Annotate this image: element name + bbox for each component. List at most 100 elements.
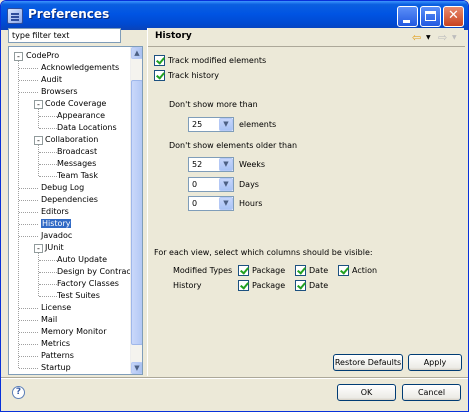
tree-connector: [19, 344, 38, 345]
tree-item[interactable]: Javadoc: [41, 230, 72, 242]
tree-item-label: Collaboration: [45, 135, 99, 144]
tree-item[interactable]: Browsers: [41, 86, 78, 98]
title-bar[interactable]: Preferences ✕: [1, 1, 468, 30]
cancel-button[interactable]: Cancel: [402, 384, 461, 401]
tree-item[interactable]: Metrics: [41, 338, 70, 350]
ok-button[interactable]: OK: [337, 384, 396, 401]
tree-item[interactable]: Debug Log: [41, 182, 84, 194]
tree-guide-line: [38, 144, 39, 176]
tree-item[interactable]: Startup: [41, 362, 71, 374]
tree-connector: [39, 296, 57, 297]
tree-item-label: Auto Update: [57, 255, 108, 264]
filter-input[interactable]: [8, 28, 121, 43]
tree-connector: [19, 236, 38, 237]
tree-item-label: JUnit: [45, 243, 64, 252]
dont-show-more-label: Don't show more than: [169, 100, 258, 109]
tree-scrollbar[interactable]: ▲ ▼: [130, 47, 142, 374]
tree-item-label: Appearance: [57, 111, 106, 120]
maximize-button[interactable]: [420, 6, 441, 27]
elements-combo[interactable]: 25 ▼: [188, 117, 234, 132]
scroll-down-button[interactable]: ▼: [131, 362, 142, 374]
chevron-down-icon[interactable]: ▼: [219, 178, 233, 191]
apply-button[interactable]: Apply: [408, 354, 462, 371]
history-row-label: History: [173, 281, 202, 290]
tree-connector: [19, 80, 38, 81]
preferences-tree[interactable]: - CodePro Acknowledgements Audit Browsers - Co…: [8, 46, 143, 375]
track-history-checkbox[interactable]: [154, 70, 165, 81]
tree-item-label: Audit: [41, 75, 62, 84]
scroll-up-button[interactable]: ▲: [131, 47, 142, 59]
tree-item[interactable]: Acknowledgements: [41, 62, 119, 74]
tree-item[interactable]: Mail: [41, 314, 57, 326]
tree-connector: [39, 152, 57, 153]
hours-value: 0: [192, 199, 198, 208]
close-button[interactable]: ✕: [443, 6, 464, 27]
tree-item[interactable]: JUnit: [45, 242, 64, 254]
tree-item[interactable]: Auto Update: [57, 254, 107, 266]
tree-item[interactable]: Audit: [41, 74, 62, 86]
tree-connector: [19, 212, 38, 213]
modified-types-date-checkbox[interactable]: [295, 265, 306, 276]
tree-collapse-icon[interactable]: -: [34, 136, 43, 145]
tree-item[interactable]: Code Coverage: [45, 98, 106, 110]
tree-item-label: Mail: [41, 315, 58, 324]
hours-combo[interactable]: 0 ▼: [188, 196, 234, 211]
preferences-app-icon: [7, 8, 23, 24]
tree-collapse-icon[interactable]: -: [34, 244, 43, 253]
tree-item-label: Broadcast: [57, 147, 98, 156]
back-dropdown-icon[interactable]: ▼: [426, 34, 431, 41]
tree-item[interactable]: History: [41, 218, 72, 230]
tree-connector: [19, 368, 38, 369]
tree-connector: [19, 92, 38, 93]
tree-item[interactable]: CodePro: [26, 50, 59, 62]
days-combo[interactable]: 0 ▼: [188, 177, 234, 192]
tree-item[interactable]: Data Locations: [57, 122, 117, 134]
forward-arrow-icon[interactable]: ⇨: [438, 32, 447, 43]
tree-item-label: Memory Monitor: [41, 327, 107, 336]
modified-types-package-checkbox[interactable]: [238, 265, 249, 276]
footer-separator: [1, 377, 468, 379]
tree-item[interactable]: Design by Contract: [57, 266, 134, 278]
tree-item[interactable]: Editors: [41, 206, 69, 218]
tree-item[interactable]: Factory Classes: [57, 278, 119, 290]
tree-item-label: History: [41, 219, 72, 228]
tree-item[interactable]: Collaboration: [45, 134, 98, 146]
tree-connector: [39, 260, 57, 261]
tree-item[interactable]: Messages: [57, 158, 96, 170]
tree-item[interactable]: Patterns: [41, 350, 74, 362]
tree-collapse-icon[interactable]: -: [14, 52, 23, 61]
help-icon[interactable]: ?: [12, 386, 25, 399]
window-title: Preferences: [28, 7, 110, 21]
weeks-combo[interactable]: 52 ▼: [188, 157, 234, 172]
page-title: History: [155, 31, 192, 41]
chevron-down-icon[interactable]: ▼: [219, 158, 233, 171]
tree-item[interactable]: Dependencies: [41, 194, 98, 206]
chevron-down-icon[interactable]: ▼: [219, 118, 233, 131]
tree-item[interactable]: Broadcast: [57, 146, 97, 158]
tree-item[interactable]: Test Suites: [57, 290, 100, 302]
tree-item[interactable]: License: [41, 302, 71, 314]
page-header: History ⇦ ▼ ⇨ ▼: [148, 28, 465, 47]
track-modified-checkbox[interactable]: [154, 55, 165, 66]
forward-dropdown-icon[interactable]: ▼: [452, 34, 457, 41]
weeks-label: Weeks: [239, 160, 266, 169]
history-package-checkbox[interactable]: [238, 280, 249, 291]
modified-types-action-checkbox[interactable]: [338, 265, 349, 276]
tree-item-label: Debug Log: [41, 183, 85, 192]
tree-connector: [39, 176, 57, 177]
tree-item-label: Dependencies: [41, 195, 98, 204]
tree-connector: [19, 332, 38, 333]
scroll-thumb[interactable]: [131, 80, 142, 345]
chevron-down-icon[interactable]: ▼: [219, 197, 233, 210]
tree-item-label: Design by Contract: [57, 267, 134, 276]
maximize-icon: [425, 11, 436, 21]
history-date-checkbox[interactable]: [295, 280, 306, 291]
minimize-button[interactable]: [397, 6, 418, 27]
tree-collapse-icon[interactable]: -: [34, 100, 43, 109]
chevron-up-icon: ▲: [134, 49, 140, 57]
tree-item[interactable]: Appearance: [57, 110, 105, 122]
back-arrow-icon[interactable]: ⇦: [412, 32, 421, 43]
tree-item[interactable]: Memory Monitor: [41, 326, 107, 338]
restore-defaults-button[interactable]: Restore Defaults: [333, 354, 403, 371]
tree-item[interactable]: Team Task: [57, 170, 98, 182]
